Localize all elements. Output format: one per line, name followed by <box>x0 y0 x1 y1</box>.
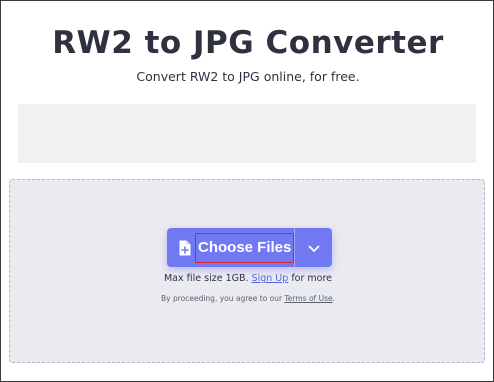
terms-note: By proceeding, you agree to our Terms of… <box>1 293 493 305</box>
max-size-suffix: for more <box>291 273 333 284</box>
terms-of-use-link[interactable]: Terms of Use <box>285 294 333 303</box>
ad-placeholder <box>18 104 476 163</box>
upload-source-dropdown-button[interactable] <box>295 228 332 267</box>
terms-text: By proceeding, you agree to our <box>161 294 283 303</box>
page-title: RW2 to JPG Converter <box>52 25 444 61</box>
sign-up-link[interactable]: Sign Up <box>252 273 289 284</box>
chevron-down-icon <box>308 238 320 257</box>
terms-period: . <box>332 294 335 303</box>
choose-files-button[interactable]: Choose Files <box>167 228 295 267</box>
file-dropzone[interactable] <box>9 179 485 363</box>
max-file-size-note: Max file size 1GB. Sign Up for more <box>1 272 493 286</box>
max-size-text: Max file size 1GB. <box>163 273 249 284</box>
upload-button-group: Choose Files <box>167 228 332 267</box>
choose-files-label: Choose Files <box>195 232 295 263</box>
page-subtitle: Convert RW2 to JPG online, for free. <box>136 69 360 84</box>
page-frame: RW2 to JPG Converter Convert RW2 to JPG … <box>0 0 494 382</box>
file-plus-icon <box>178 240 191 256</box>
